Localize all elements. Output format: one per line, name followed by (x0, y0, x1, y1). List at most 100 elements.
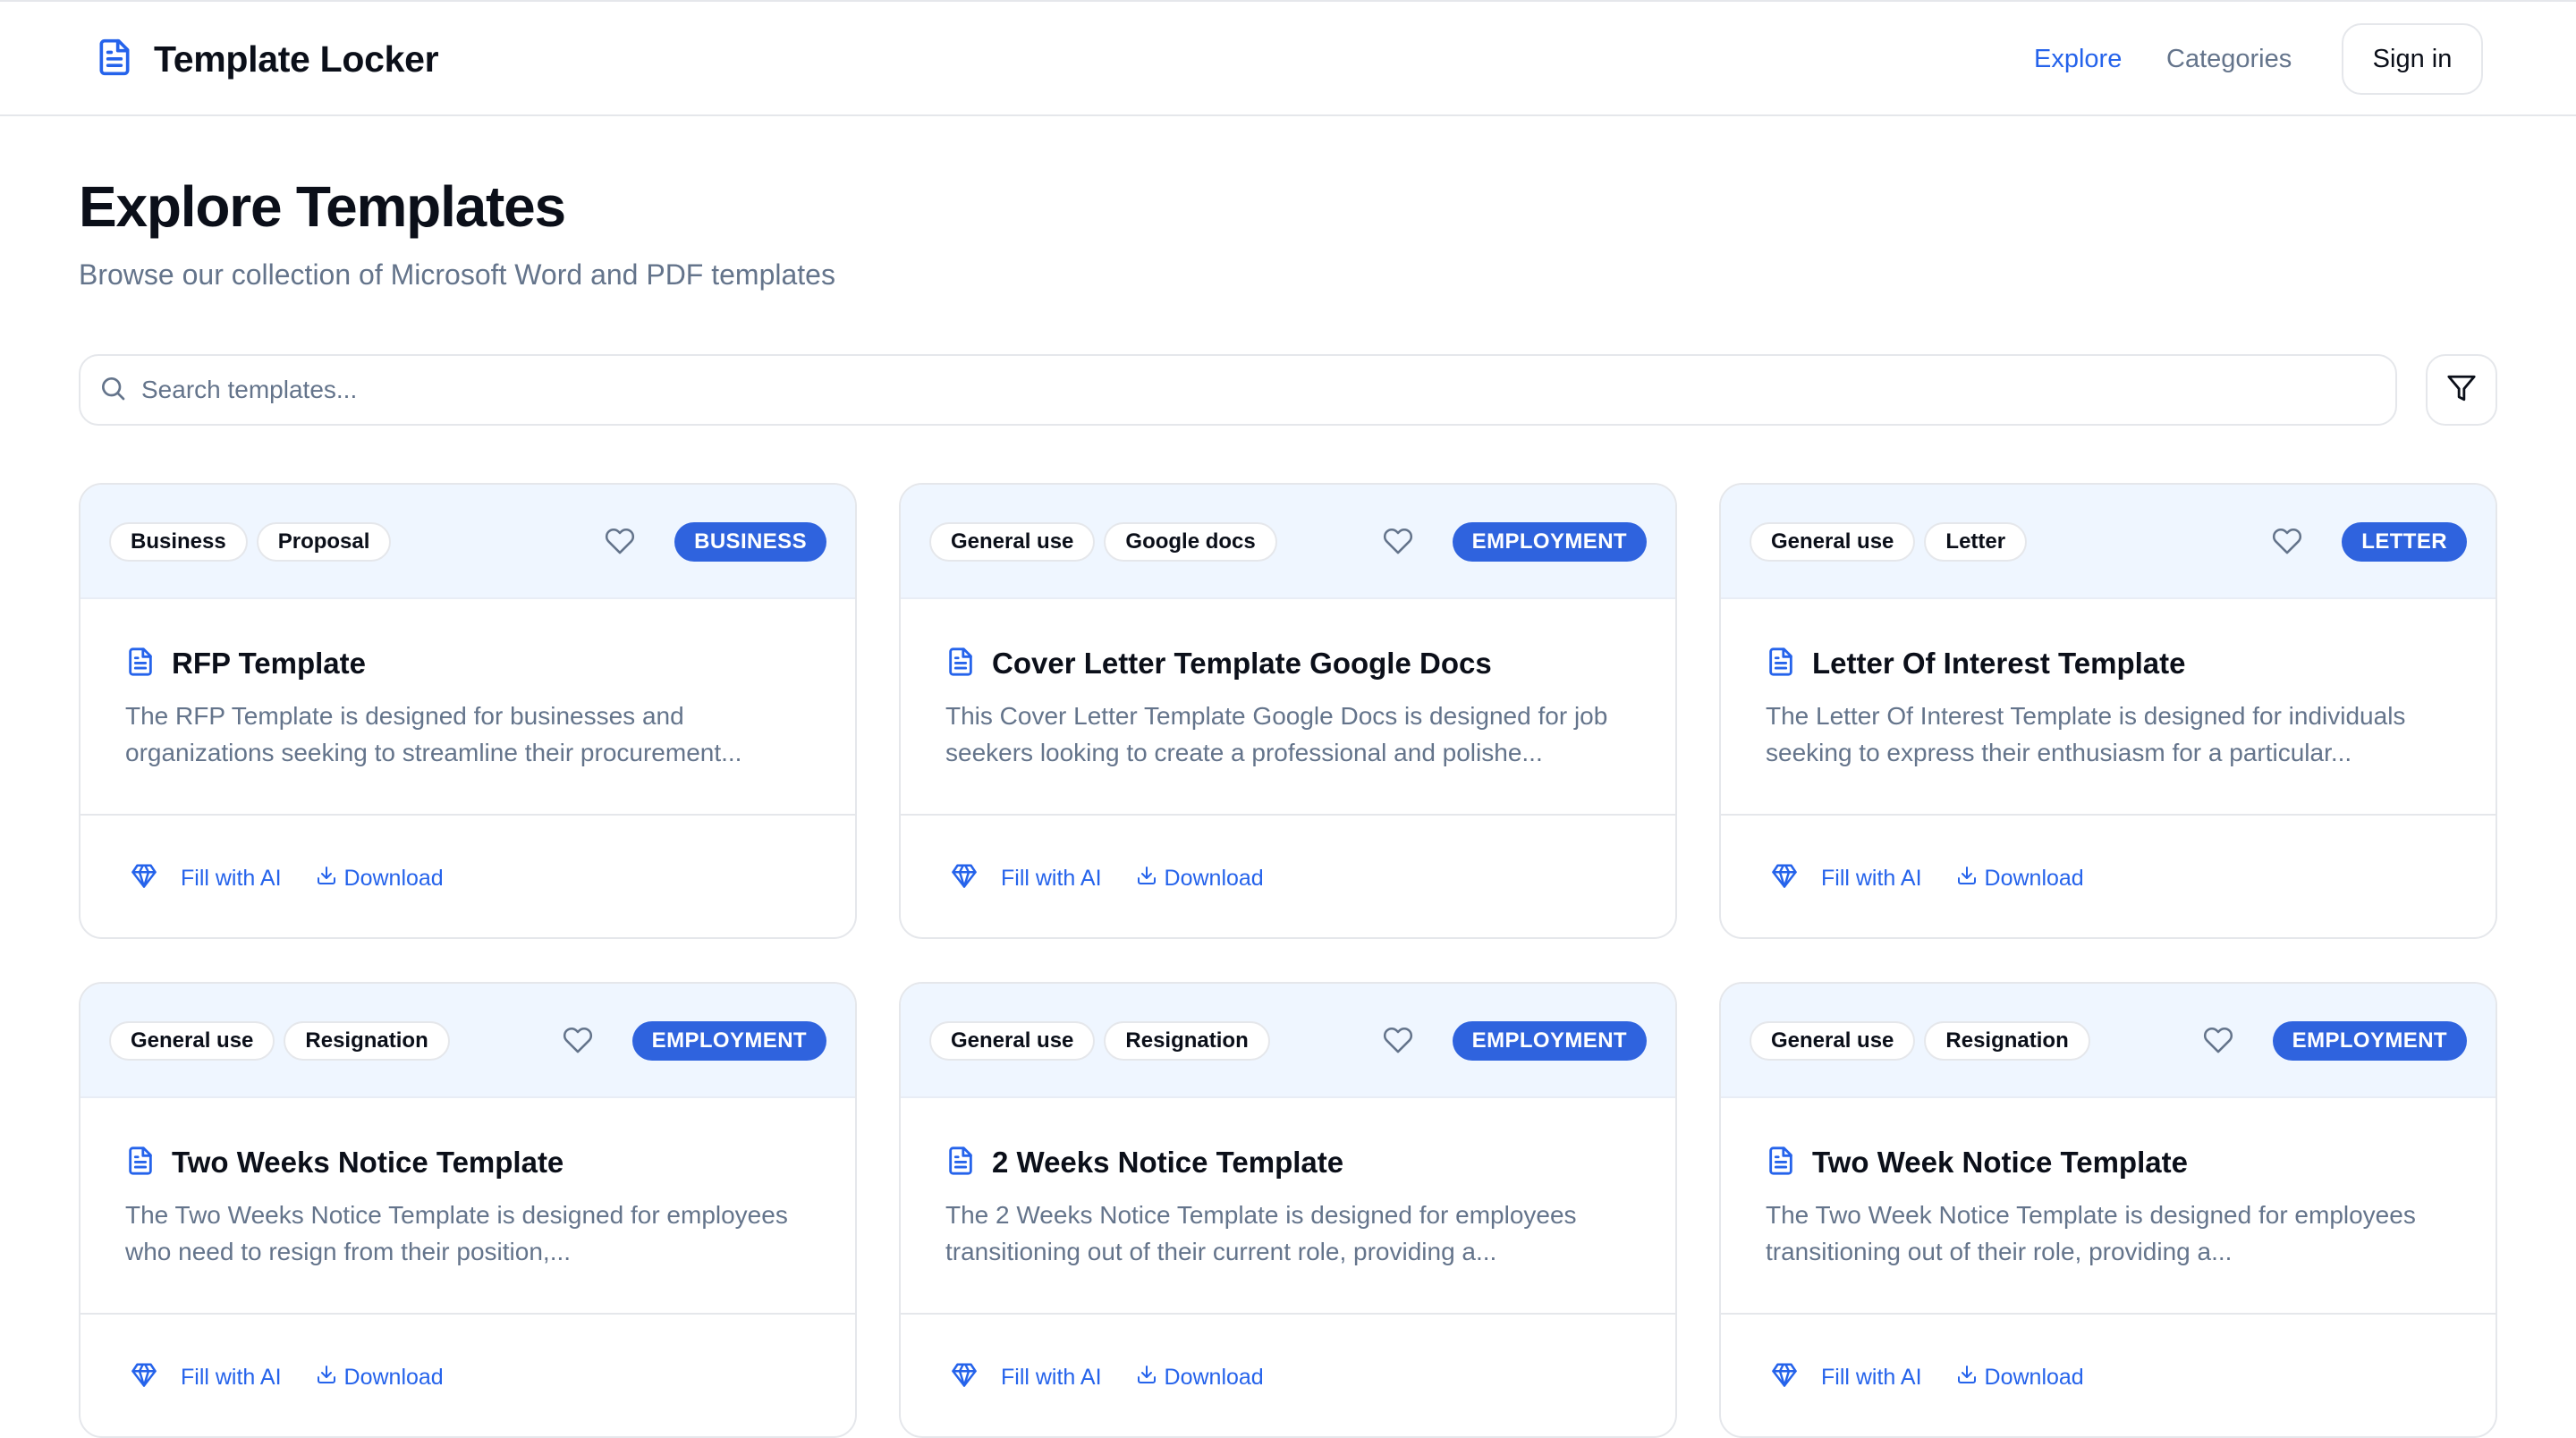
card-title-row: RFP Template (125, 644, 366, 683)
card-title-row: 2 Weeks Notice Template (945, 1143, 1343, 1182)
heart-icon[interactable] (2272, 526, 2302, 556)
card-title[interactable]: Two Weeks Notice Template (172, 1143, 564, 1182)
template-card[interactable]: Business Proposal BUSINESS RFP Template … (79, 483, 857, 939)
tag[interactable]: General use (929, 522, 1096, 562)
download-button[interactable]: Download (1136, 1364, 1264, 1391)
tag-list: General use Resignation (929, 1021, 1270, 1061)
template-card[interactable]: General use Resignation EMPLOYMENT (79, 982, 857, 1438)
card-title[interactable]: Cover Letter Template Google Docs (992, 644, 1492, 683)
brand-name: Template Locker (154, 38, 439, 80)
diamond-icon (129, 862, 181, 895)
card-actions: Fill with AI Download (1769, 1361, 2084, 1394)
site-header: Template Locker Explore Categories Sign … (0, 2, 2576, 116)
download-icon (1136, 1364, 1165, 1391)
template-card[interactable]: General use Resignation EMPLOYMENT (899, 982, 1677, 1438)
fill-with-ai-button[interactable]: Fill with AI (129, 862, 282, 895)
fill-with-ai-button[interactable]: Fill with AI (1769, 862, 1922, 895)
card-actions: Fill with AI Download (949, 862, 1264, 895)
template-card[interactable]: General use Resignation EMPLOYMENT (1719, 982, 2497, 1438)
filter-button[interactable] (2426, 354, 2497, 426)
tag[interactable]: Proposal (256, 522, 392, 562)
card-title[interactable]: 2 Weeks Notice Template (992, 1143, 1343, 1182)
download-icon (316, 1364, 344, 1391)
download-label: Download (1164, 1365, 1264, 1390)
template-card[interactable]: General use Google docs EMPLOYMENT Cover… (899, 483, 1677, 939)
template-card[interactable]: General use Letter LETTER Letter Of Inte… (1719, 483, 2497, 939)
card-title[interactable]: Two Week Notice Template (1812, 1143, 2188, 1182)
category-badge: EMPLOYMENT (2272, 1021, 2467, 1061)
tag[interactable]: General use (109, 1021, 275, 1061)
divider (80, 1313, 855, 1315)
download-button[interactable]: Download (1136, 865, 1264, 892)
heart-icon[interactable] (2203, 1025, 2233, 1055)
download-icon (1136, 865, 1165, 892)
card-title[interactable]: RFP Template (172, 644, 366, 683)
tag[interactable]: Resignation (1924, 1021, 2090, 1061)
fill-with-ai-button[interactable]: Fill with AI (949, 862, 1102, 895)
fill-with-ai-button[interactable]: Fill with AI (949, 1361, 1102, 1394)
tag[interactable]: General use (929, 1021, 1096, 1061)
card-header: Business Proposal BUSINESS (80, 485, 855, 599)
tag-list: General use Resignation (109, 1021, 450, 1061)
fill-with-ai-button[interactable]: Fill with AI (129, 1361, 282, 1394)
category-badge: BUSINESS (674, 522, 826, 562)
document-icon (125, 1144, 156, 1182)
card-title[interactable]: Letter Of Interest Template (1812, 644, 2185, 683)
diamond-icon (1769, 1361, 1821, 1394)
heart-icon[interactable] (1383, 1025, 1413, 1055)
card-title-row: Letter Of Interest Template (1766, 644, 2185, 683)
heart-icon[interactable] (563, 1025, 593, 1055)
sign-in-button[interactable]: Sign in (2342, 23, 2483, 95)
divider (1721, 1313, 2496, 1315)
category-badge: EMPLOYMENT (631, 1021, 826, 1061)
card-description: The RFP Template is designed for busines… (125, 702, 742, 766)
heart-icon[interactable] (605, 526, 635, 556)
tag[interactable]: Resignation (284, 1021, 450, 1061)
download-button[interactable]: Download (1956, 1364, 2084, 1391)
tag[interactable]: Business (109, 522, 248, 562)
search-icon (80, 374, 127, 407)
card-header: General use Letter LETTER (1721, 485, 2496, 599)
heart-icon[interactable] (1383, 526, 1413, 556)
page-title: Explore Templates (79, 174, 566, 239)
nav-categories[interactable]: Categories (2166, 41, 2292, 77)
document-icon (945, 1144, 976, 1182)
category-badge: EMPLOYMENT (1452, 522, 1647, 562)
download-label: Download (1984, 866, 2084, 891)
card-actions: Fill with AI Download (1769, 862, 2084, 895)
nav-explore[interactable]: Explore (2034, 41, 2122, 77)
fill-with-ai-button[interactable]: Fill with AI (1769, 1361, 1922, 1394)
download-label: Download (1164, 866, 1264, 891)
card-title-row: Two Week Notice Template (1766, 1143, 2188, 1182)
fill-with-ai-label: Fill with AI (181, 1365, 282, 1390)
card-title-row: Cover Letter Template Google Docs (945, 644, 1492, 683)
fill-with-ai-label: Fill with AI (1001, 866, 1102, 891)
card-description: The Two Weeks Notice Template is designe… (125, 1201, 788, 1265)
tag[interactable]: Letter (1924, 522, 2028, 562)
download-button[interactable]: Download (1956, 865, 2084, 892)
brand-logo[interactable]: Template Locker (95, 36, 439, 82)
fill-with-ai-label: Fill with AI (1821, 1365, 1922, 1390)
filter-icon (2446, 373, 2477, 408)
download-icon (316, 865, 344, 892)
divider (1721, 814, 2496, 816)
divider (901, 1313, 1675, 1315)
fill-with-ai-label: Fill with AI (1821, 866, 1922, 891)
search-bar (79, 354, 2397, 426)
tag-list: General use Google docs (929, 522, 1277, 562)
download-icon (1956, 865, 1985, 892)
tag[interactable]: General use (1750, 1021, 1916, 1061)
card-description: The 2 Weeks Notice Template is designed … (945, 1201, 1577, 1265)
search-input[interactable] (140, 362, 2395, 418)
download-button[interactable]: Download (316, 1364, 444, 1391)
download-button[interactable]: Download (316, 865, 444, 892)
tag-list: Business Proposal (109, 522, 392, 562)
diamond-icon (949, 862, 1001, 895)
download-icon (1956, 1364, 1985, 1391)
diamond-icon (949, 1361, 1001, 1394)
tag[interactable]: Google docs (1104, 522, 1277, 562)
tag[interactable]: General use (1750, 522, 1916, 562)
tag[interactable]: Resignation (1104, 1021, 1270, 1061)
diamond-icon (1769, 862, 1821, 895)
card-description: This Cover Letter Template Google Docs i… (945, 702, 1608, 766)
